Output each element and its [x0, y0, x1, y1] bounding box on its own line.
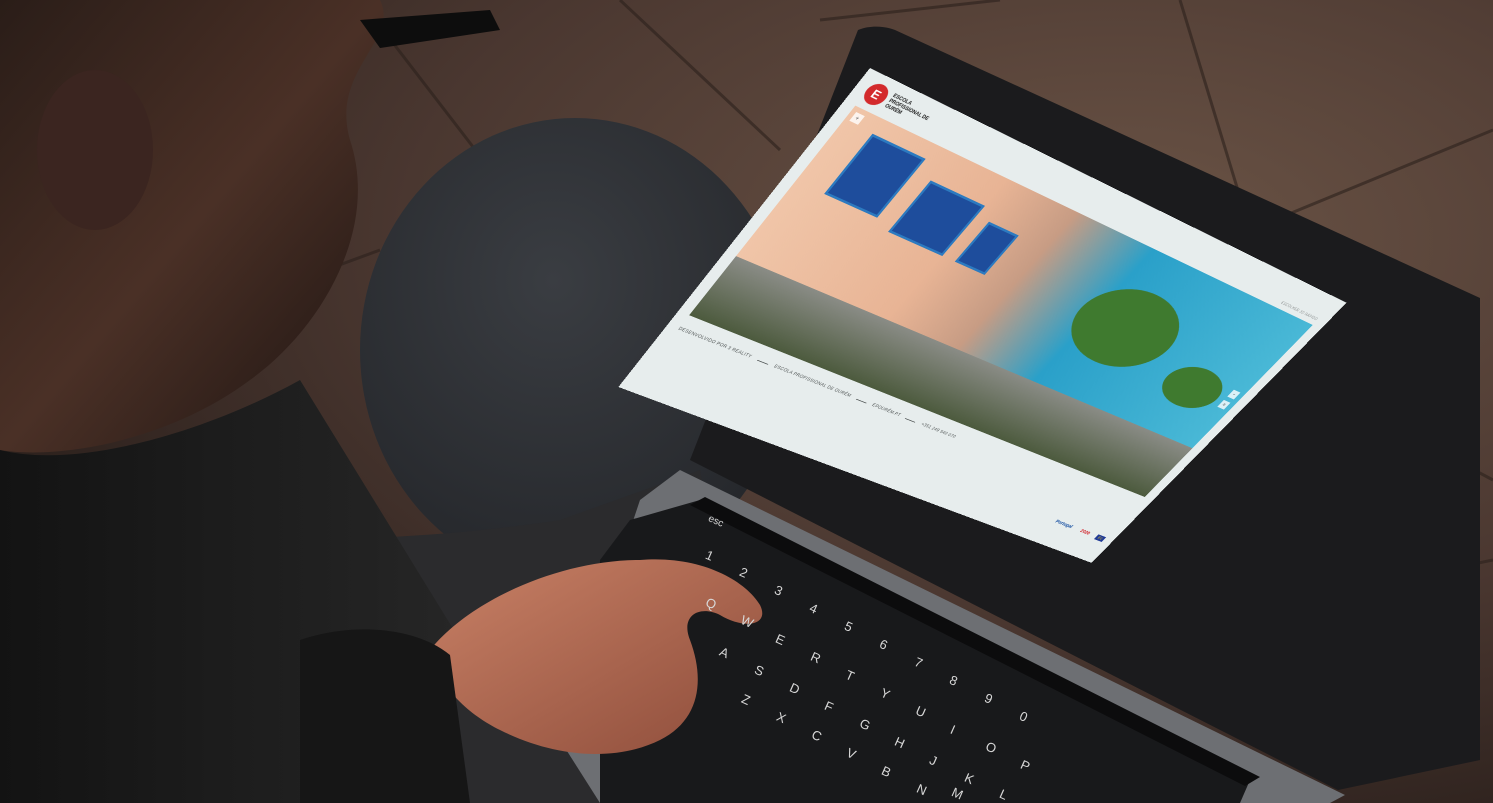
- person-ear: [37, 70, 153, 230]
- tree: [1050, 274, 1201, 381]
- menu-button[interactable]: ≡: [1217, 399, 1231, 410]
- footer-phone[interactable]: +351 249 540 070: [920, 423, 957, 440]
- partner-logo-eu: EU: [1093, 534, 1107, 542]
- footer-separator: [756, 359, 769, 365]
- partner-logo-portugal: Portugal: [1054, 519, 1074, 530]
- footer-site[interactable]: EPOURÉM.PT: [871, 403, 902, 417]
- zoom-out-button[interactable]: −: [1227, 389, 1241, 400]
- footer-separator: [905, 417, 916, 423]
- footer-separator: [855, 398, 867, 404]
- partner-logos: Portugal 2020 EU: [1051, 518, 1107, 543]
- sleeve-cuff: [300, 629, 470, 803]
- zoom-in-button[interactable]: +: [849, 112, 865, 125]
- partner-logo-2020: 2020: [1078, 528, 1091, 536]
